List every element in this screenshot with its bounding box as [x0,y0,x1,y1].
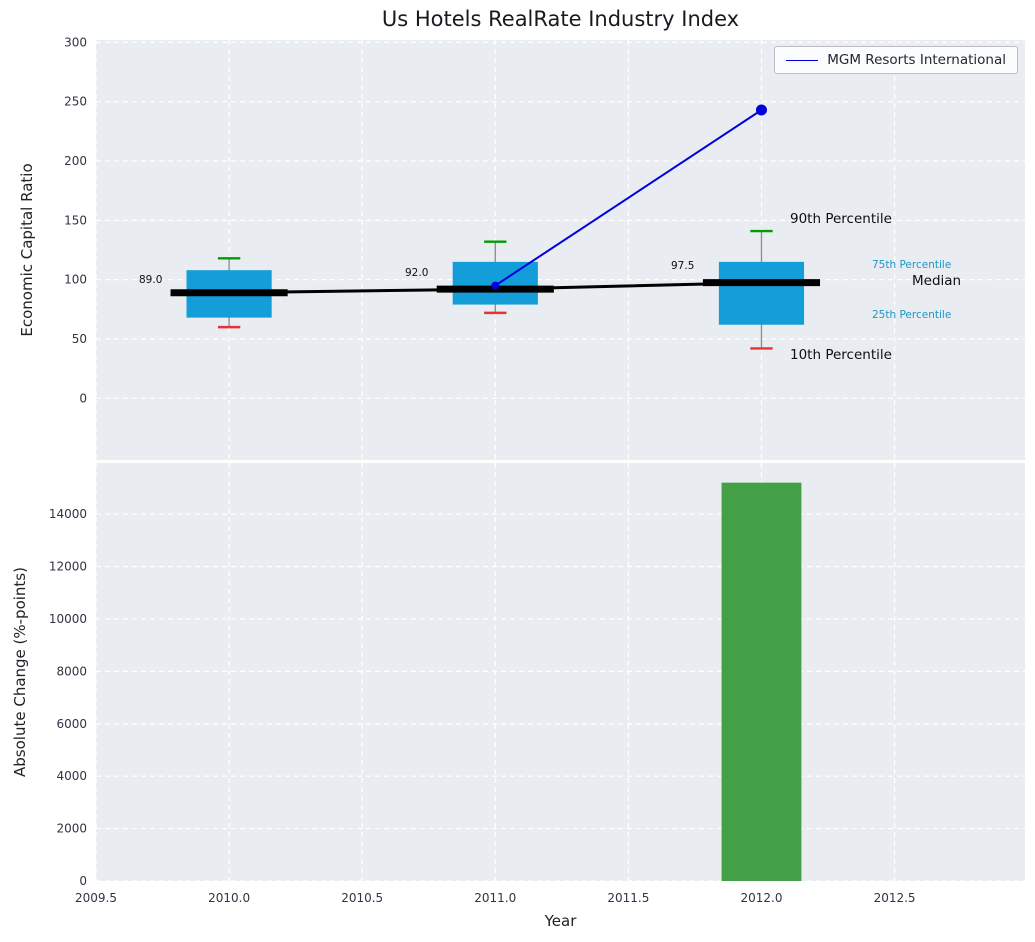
median-value-label-2012: 97.5 [671,260,694,272]
annotation-median: Median [912,273,961,289]
median-value-label-2010: 89.0 [139,274,162,286]
tick-label: 2009.5 [75,891,117,905]
legend-series-label: MGM Resorts International [827,52,1006,68]
tick-label: 8000 [56,664,87,678]
chart-canvas: 0 50 100 150 200 250 300 0 2000 4000 6000 8000 10000… [0,0,1035,942]
tick-label: 14000 [49,507,87,521]
mgm-series-marker-start [491,282,499,290]
tick-label: 2012.5 [874,891,916,905]
x-axis-label: Year [96,912,1025,930]
tick-label: 10000 [49,612,87,626]
tick-label: 6000 [56,717,87,731]
tick-label: 250 [64,95,87,109]
tick-label: 0 [79,874,87,888]
tick-label: 100 [64,273,87,287]
annotation-10th-percentile: 10th Percentile [790,347,892,363]
legend-line-sample [786,60,818,61]
tick-label: 0 [79,391,87,405]
change-bar [722,483,802,881]
tick-label: 2011.0 [474,891,516,905]
mgm-series-marker-end [756,105,767,116]
tick-label: 50 [72,332,87,346]
bottom-y-axis-label: Absolute Change (%-points) [11,567,29,777]
tick-label: 2000 [56,822,87,836]
annotation-25th-percentile: 25th Percentile [872,309,951,321]
iqr-box [719,262,804,325]
tick-label: 300 [64,35,87,49]
top-y-axis-label: Economic Capital Ratio [18,163,36,336]
figure: 0 50 100 150 200 250 300 0 2000 4000 6000 8000 10000… [0,0,1035,942]
chart-title: Us Hotels RealRate Industry Index [96,7,1025,31]
tick-label: 2010.5 [341,891,383,905]
bottom-plot-background [96,463,1025,881]
top-plot-background [96,40,1025,460]
tick-label: 2012.0 [740,891,782,905]
annotation-90th-percentile: 90th Percentile [790,211,892,227]
median-value-label-2011: 92.0 [405,267,428,279]
tick-label: 150 [64,213,87,227]
tick-label: 200 [64,154,87,168]
annotation-75th-percentile: 75th Percentile [872,259,951,271]
legend: MGM Resorts International [774,46,1018,74]
tick-label: 2011.5 [607,891,649,905]
tick-label: 2010.0 [208,891,250,905]
tick-label: 4000 [56,769,87,783]
tick-label: 12000 [49,560,87,574]
